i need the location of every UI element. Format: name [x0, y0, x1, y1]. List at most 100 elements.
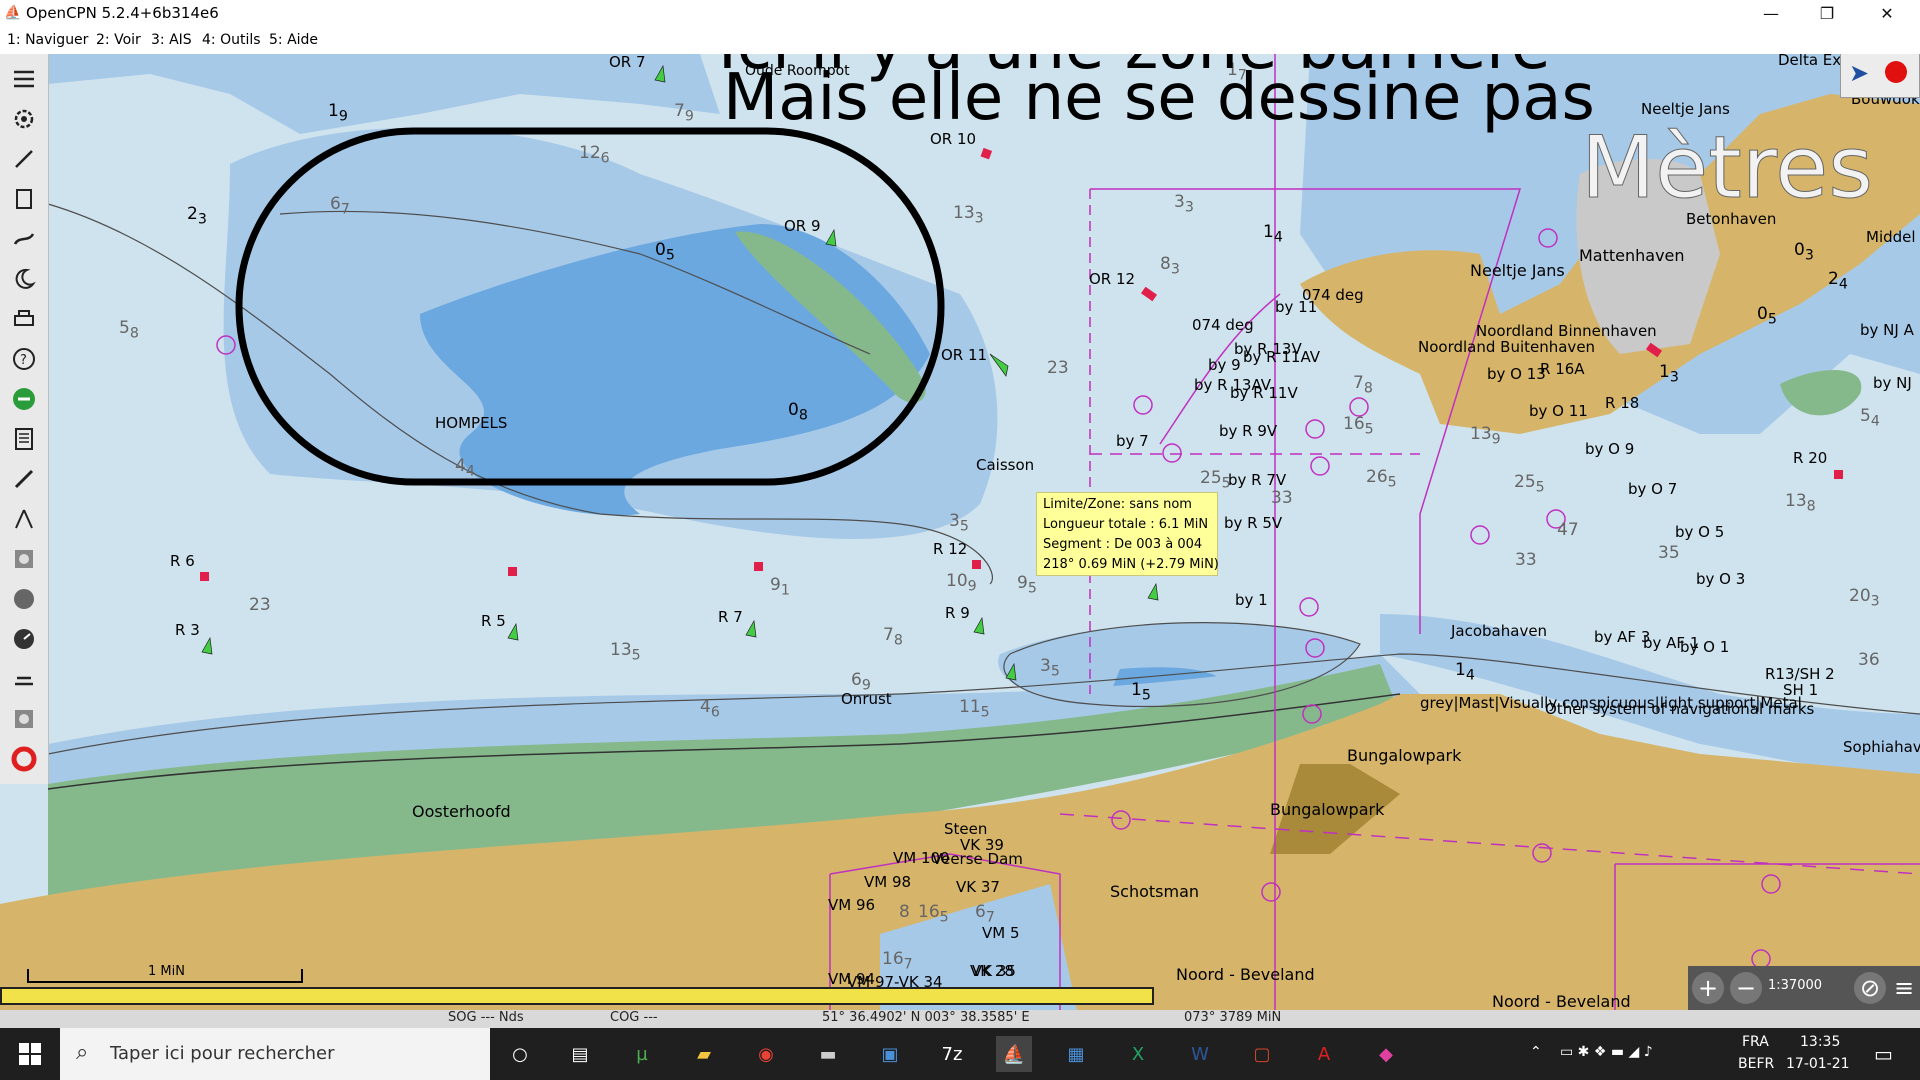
label-neeltje-jans-1: Neeltje Jans: [1470, 261, 1565, 280]
compass-widget[interactable]: ➤: [1840, 54, 1920, 98]
tray-chevron-icon[interactable]: ⌃: [1530, 1044, 1542, 1060]
weather-button[interactable]: [8, 663, 40, 695]
measure-button[interactable]: [8, 503, 40, 535]
sounding: 58: [119, 318, 139, 342]
menu-ais[interactable]: 3: AIS: [151, 32, 192, 48]
sounding: 255: [1200, 468, 1231, 492]
label-r9: R 9: [945, 604, 970, 622]
calculator-icon[interactable]: ▦: [1058, 1036, 1094, 1072]
sounding: 05: [1757, 304, 1777, 328]
label-mattenhaven: Mattenhaven: [1579, 246, 1685, 265]
zoom-in-button[interactable]: +: [1692, 972, 1724, 1004]
menu-naviguer[interactable]: 1: Naviguer: [7, 32, 88, 48]
menu-outils[interactable]: 4: Outils: [202, 32, 261, 48]
sounding: 78: [1353, 373, 1373, 397]
chrome-icon[interactable]: ◉: [748, 1036, 784, 1072]
chart-quilt-button[interactable]: ⊘: [1854, 972, 1886, 1004]
sounding: 78: [883, 625, 903, 649]
file-explorer-icon[interactable]: ▰: [686, 1036, 722, 1072]
opencpn-taskbar-icon[interactable]: ⛵: [996, 1036, 1032, 1072]
label-074-deg-2: 074 deg: [1192, 316, 1254, 334]
left-toolbar: ?: [0, 54, 49, 784]
zoom-out-button[interactable]: −: [1730, 972, 1762, 1004]
draw-button[interactable]: [8, 463, 40, 495]
label-by-r11av: by R 11AV: [1243, 348, 1321, 366]
gps-status-icon: [1885, 61, 1907, 83]
app-icon[interactable]: ▬: [810, 1036, 846, 1072]
logbook-button[interactable]: [8, 423, 40, 455]
label-noordland-buitenhaven: Noordland Buitenhaven: [1418, 338, 1596, 356]
gear-icon: [14, 109, 34, 129]
help-button[interactable]: ?: [8, 343, 40, 375]
sounding: 167: [882, 949, 913, 973]
keyboard-lang-1[interactable]: FRA: [1742, 1034, 1769, 1050]
sounding: 46: [700, 697, 720, 721]
menu-voir[interactable]: 2: Voir: [96, 32, 141, 48]
label-by-r9v: by R 9V: [1219, 422, 1278, 440]
label-neeltje-jans-2: Neeltje Jans: [1641, 100, 1730, 118]
settings-button[interactable]: [8, 103, 40, 135]
route-manager-button[interactable]: [8, 183, 40, 215]
menu-aide[interactable]: 5: Aide: [269, 32, 318, 48]
print-button[interactable]: [8, 303, 40, 335]
clock-date[interactable]: 17-01-21: [1786, 1056, 1850, 1072]
sounding: 33: [1174, 192, 1194, 216]
tray-icons[interactable]: ▭ ✱ ❖ ▬ ◢ ♪: [1560, 1044, 1653, 1060]
route-button[interactable]: [8, 143, 40, 175]
keyboard-lang-2[interactable]: BEFR: [1738, 1056, 1774, 1072]
7zip-icon[interactable]: 7z: [934, 1036, 970, 1072]
label-by-r11v: by R 11V: [1230, 384, 1298, 402]
sounding: 135: [610, 640, 641, 664]
chart-canvas[interactable]: Oude Roompot HOMPELS Caisson Onrust Oost…: [0, 54, 1920, 1025]
route-icon: [15, 150, 33, 168]
chart-bar[interactable]: [0, 987, 1154, 1005]
globe-button[interactable]: [8, 583, 40, 615]
cortana-icon[interactable]: ○: [502, 1036, 538, 1072]
label-r16a: R 16A: [1540, 360, 1585, 378]
label-by-af3: by AF 3: [1594, 628, 1651, 646]
maximize-button[interactable]: ❐: [1804, 0, 1850, 28]
color-app-icon[interactable]: ◆: [1368, 1036, 1404, 1072]
plugin-button[interactable]: [8, 383, 40, 415]
office-icon[interactable]: ▢: [1244, 1036, 1280, 1072]
radar-button[interactable]: [8, 703, 40, 735]
ais-button[interactable]: [8, 543, 40, 575]
sounding: 126: [579, 143, 610, 167]
clock-time[interactable]: 13:35: [1800, 1034, 1840, 1050]
minimize-button[interactable]: —: [1748, 0, 1794, 28]
word-icon[interactable]: W: [1182, 1036, 1218, 1072]
chart-menu-button[interactable]: ≡: [1888, 972, 1920, 1004]
label-or7: OR 7: [609, 54, 646, 71]
label-noord-beveland-2: Noord - Beveland: [1492, 992, 1631, 1011]
task-view-icon[interactable]: ▤: [562, 1036, 598, 1072]
sounding: 139: [1470, 424, 1501, 448]
dashboard-button[interactable]: [8, 623, 40, 655]
mob-button[interactable]: [8, 743, 40, 775]
label-vm100: VM 100: [893, 849, 950, 867]
taskbar-search[interactable]: ⌕ Taper ici pour rechercher: [60, 1028, 490, 1080]
bearing-readout: 073° 3789 MiN: [1184, 1010, 1282, 1025]
sounding: 67: [975, 902, 995, 926]
notification-icon[interactable]: ▭: [1874, 1042, 1893, 1066]
acrobat-icon[interactable]: A: [1306, 1036, 1342, 1072]
excel-icon[interactable]: X: [1120, 1036, 1156, 1072]
wind-icon: [15, 676, 33, 686]
position-readout: 51° 36.4902' N 003° 38.3585' E: [822, 1010, 1030, 1025]
control-panel-icon[interactable]: ▣: [872, 1036, 908, 1072]
sounding: 79: [674, 101, 694, 125]
sounding: 69: [851, 670, 871, 694]
label-vk37: VK 37: [956, 878, 1000, 896]
help-icon: ?: [13, 348, 35, 370]
close-button[interactable]: ✕: [1864, 0, 1910, 28]
logbook-icon: [15, 428, 33, 450]
start-button[interactable]: [0, 1028, 60, 1080]
label-by-af1: by AF 1: [1643, 634, 1700, 652]
day-night-button[interactable]: [8, 263, 40, 295]
sounding: 24: [1828, 269, 1848, 293]
status-bar: SOG --- Nds COG --- 51° 36.4902' N 003° …: [0, 1010, 1920, 1028]
utorrent-icon[interactable]: µ: [624, 1036, 660, 1072]
track-button[interactable]: [8, 223, 40, 255]
menu-hamburger-button[interactable]: [8, 63, 40, 95]
track-icon: [13, 233, 35, 245]
sounding: 83: [1160, 254, 1180, 278]
